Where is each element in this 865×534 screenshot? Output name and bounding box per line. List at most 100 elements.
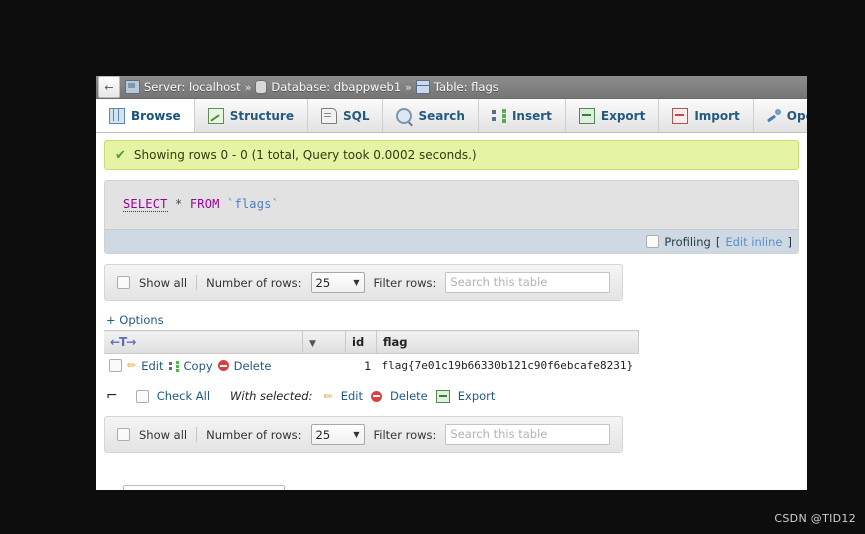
table-icon xyxy=(415,80,430,94)
row-actions-cell: ✏ Edit Copy Delete xyxy=(104,353,346,377)
row-select-checkbox[interactable] xyxy=(109,359,122,372)
tab-search[interactable]: Search xyxy=(383,99,479,132)
row-edit-link[interactable]: Edit xyxy=(141,359,163,373)
with-selected-bar: ⌐ Check All With selected: ✏ Edit Delete… xyxy=(106,389,799,403)
pencil-icon: ✏ xyxy=(323,389,333,403)
back-button[interactable]: ← xyxy=(98,76,120,98)
header-sort-caret[interactable]: ▼ xyxy=(302,330,346,354)
profiling-label: Profiling xyxy=(664,234,711,249)
number-of-rows-select-bottom[interactable]: 25 ▼ xyxy=(310,424,365,445)
page-body: ✔ Showing rows 0 - 0 (1 total, Query too… xyxy=(96,133,807,490)
sql-query-footer: Profiling [ Edit inline ] xyxy=(105,229,798,253)
show-all-label-bottom: Show all xyxy=(139,427,188,442)
results-table: ←T→ ▼ id flag ✏ Edit Copy Delete 1 flag{… xyxy=(104,330,639,377)
show-all-label-top: Show all xyxy=(139,275,188,290)
number-of-rows-value-bottom: 25 xyxy=(315,427,331,442)
cell-flag: flag{7e01c19b66330b121c90f6ebcafe8231} xyxy=(376,353,639,377)
filter-rows-input-bottom[interactable]: Search this table xyxy=(445,424,611,445)
structure-icon xyxy=(207,107,224,124)
tab-insert[interactable]: Insert xyxy=(479,99,566,132)
bracket-close: ] xyxy=(787,234,793,249)
profiling-checkbox[interactable] xyxy=(646,235,660,248)
check-all-link[interactable]: Check All xyxy=(157,389,210,403)
tab-browse-label: Browse xyxy=(131,108,181,123)
with-selected-delete-link[interactable]: Delete xyxy=(390,389,428,403)
breadcrumb-server-label: Server: localhost xyxy=(144,80,241,94)
filter-rows-input-top[interactable]: Search this table xyxy=(445,272,611,293)
number-of-rows-label-bottom: Number of rows: xyxy=(206,427,302,442)
delete-icon xyxy=(217,360,229,371)
bottom-partial-panel[interactable] xyxy=(123,485,285,490)
import-icon xyxy=(672,107,689,124)
number-of-rows-value-top: 25 xyxy=(315,275,331,290)
sql-star: * xyxy=(175,197,183,211)
tab-export[interactable]: Export xyxy=(566,99,660,132)
tab-structure[interactable]: Structure xyxy=(195,99,308,132)
rows-bar-top: Show all Number of rows: 25 ▼ Filter row… xyxy=(104,264,624,301)
cell-id: 1 xyxy=(345,353,377,377)
sql-query-box: SELECT * FROM `flags` Profiling [ Edit i… xyxy=(104,180,799,254)
breadcrumb-table-label: Table: flags xyxy=(433,80,499,94)
pencil-icon: ✏ xyxy=(127,359,137,372)
tab-import[interactable]: Import xyxy=(659,99,754,132)
show-all-checkbox-bottom[interactable] xyxy=(117,428,130,441)
breadcrumb-server[interactable]: Server: localhost xyxy=(125,80,241,94)
with-selected-edit-link[interactable]: Edit xyxy=(341,389,363,403)
sort-arrows-icon[interactable]: ←T→ xyxy=(110,335,136,349)
watermark: CSDN @TID12 xyxy=(774,512,856,525)
delete-icon xyxy=(370,390,382,402)
breadcrumb-table[interactable]: Table: flags xyxy=(415,80,499,94)
sql-query-text[interactable]: SELECT * FROM `flags` xyxy=(105,181,798,229)
export-icon xyxy=(578,107,595,124)
tab-search-label: Search xyxy=(418,108,465,123)
header-column-flag[interactable]: flag xyxy=(376,330,639,354)
tab-export-label: Export xyxy=(600,108,646,123)
rows-bar-divider-bottom xyxy=(196,427,198,442)
sql-keyword-from: FROM xyxy=(189,197,220,211)
insert-icon xyxy=(491,108,506,123)
edit-inline-link[interactable]: Edit inline xyxy=(725,235,782,249)
search-icon xyxy=(396,107,413,124)
query-result-text: Showing rows 0 - 0 (1 total, Query took … xyxy=(133,148,477,162)
export-icon xyxy=(435,389,450,403)
check-all-checkbox[interactable] xyxy=(135,389,149,403)
number-of-rows-label-top: Number of rows: xyxy=(206,275,302,290)
tab-import-label: Import xyxy=(694,108,740,123)
with-selected-export-link[interactable]: Export xyxy=(458,389,496,403)
tab-browse[interactable]: Browse xyxy=(96,99,195,132)
tab-sql[interactable]: SQL xyxy=(308,99,384,132)
breadcrumb: ← Server: localhost » Database: dbappweb… xyxy=(96,76,807,99)
tab-insert-label: Insert xyxy=(511,108,552,123)
header-column-id[interactable]: id xyxy=(345,330,377,354)
server-icon xyxy=(125,80,140,94)
breadcrumb-separator-2: » xyxy=(405,80,412,94)
bracket-open: [ xyxy=(715,234,721,249)
operations-icon xyxy=(767,108,781,123)
sort-caret-icon: ▼ xyxy=(309,339,316,349)
phpmyadmin-window: ← Server: localhost » Database: dbappweb… xyxy=(96,76,807,490)
row-delete-link[interactable]: Delete xyxy=(234,359,272,373)
table-row: ✏ Edit Copy Delete 1 flag{7e01c19b66330b… xyxy=(104,353,639,377)
filter-rows-label-top: Filter rows: xyxy=(373,275,437,290)
tab-operations[interactable]: Operations xyxy=(754,99,807,132)
browse-icon xyxy=(109,107,125,124)
number-of-rows-select-top[interactable]: 25 ▼ xyxy=(310,272,365,293)
rows-bar-bottom: Show all Number of rows: 25 ▼ Filter row… xyxy=(104,416,624,453)
sql-table-name: `flags` xyxy=(227,197,279,211)
database-icon xyxy=(255,80,268,94)
query-result-notice: ✔ Showing rows 0 - 0 (1 total, Query too… xyxy=(104,140,799,170)
options-toggle-link[interactable]: + Options xyxy=(106,313,799,327)
breadcrumb-separator-1: » xyxy=(244,80,252,94)
tab-structure-label: Structure xyxy=(229,108,294,123)
tab-sql-label: SQL xyxy=(342,108,370,123)
header-actions: ←T→ xyxy=(104,330,303,354)
show-all-checkbox-top[interactable] xyxy=(117,276,130,289)
chevron-down-icon: ▼ xyxy=(353,430,360,439)
row-copy-link[interactable]: Copy xyxy=(184,359,213,373)
breadcrumb-database[interactable]: Database: dbappweb1 xyxy=(255,80,401,94)
back-arrow-icon: ← xyxy=(104,80,114,94)
chevron-down-icon: ▼ xyxy=(353,278,360,287)
sql-icon xyxy=(320,107,337,124)
arrow-up-icon[interactable]: ⌐ xyxy=(106,389,118,403)
filter-rows-label-bottom: Filter rows: xyxy=(373,427,437,442)
